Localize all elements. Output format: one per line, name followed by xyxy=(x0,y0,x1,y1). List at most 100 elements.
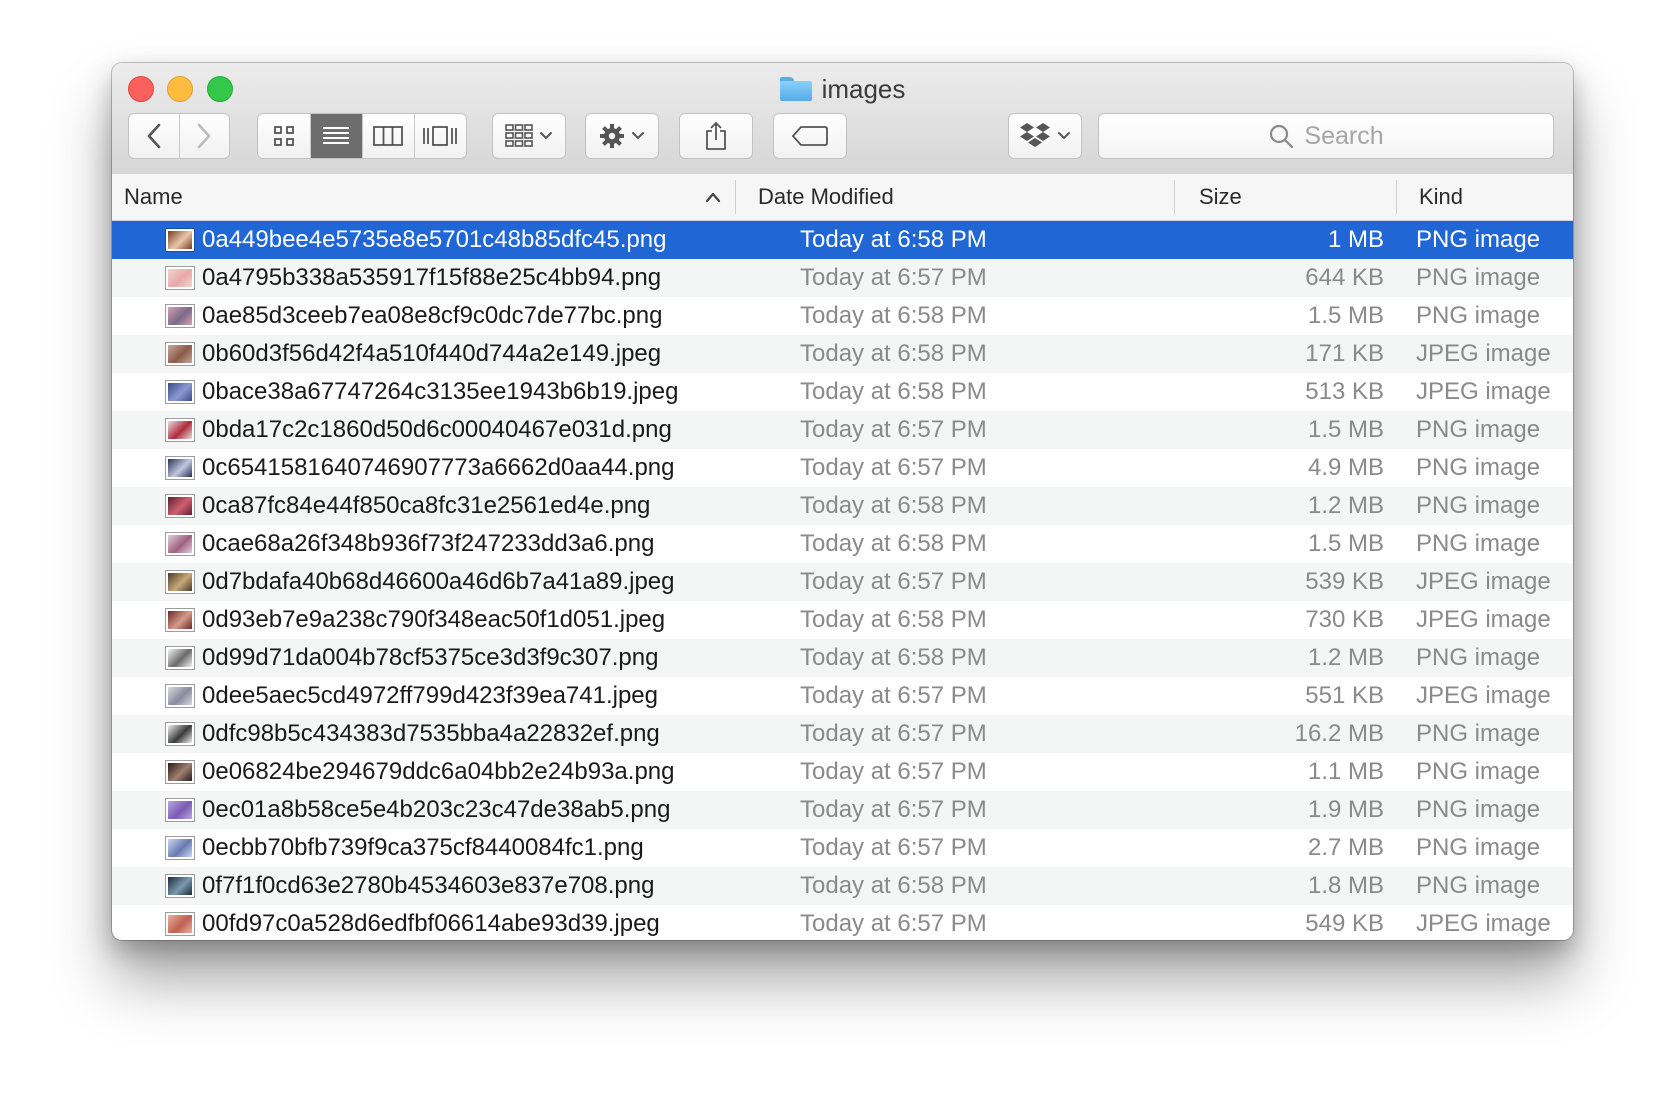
file-date-modified: Today at 6:57 PM xyxy=(800,720,987,747)
file-date-modified: Today at 6:57 PM xyxy=(800,454,987,481)
file-name: 0ca87fc84e44f850ca8fc31e2561ed4e.png xyxy=(202,492,651,519)
file-row[interactable]: 0e06824be294679ddc6a04bb2e24b93a.png Tod… xyxy=(112,753,1573,791)
file-kind: PNG image xyxy=(1416,834,1541,861)
file-size: 513 KB xyxy=(1305,378,1384,405)
column-header-date-label: Date Modified xyxy=(758,184,894,209)
file-name: 0d93eb7e9a238c790f348eac50f1d051.jpeg xyxy=(202,606,666,633)
file-row[interactable]: 0f7f1f0cd63e2780b4534603e837e708.png Tod… xyxy=(112,867,1573,905)
forward-button[interactable] xyxy=(178,114,229,158)
dropbox-button[interactable] xyxy=(1008,113,1082,159)
file-kind: PNG image xyxy=(1416,872,1541,899)
file-name: 0c6541581640746907773a6662d0aa44.png xyxy=(202,454,675,481)
file-name: 0ecbb70bfb739f9ca375cf8440084fc1.png xyxy=(202,834,644,861)
file-name: 0dfc98b5c434383d7535bba4a22832ef.png xyxy=(202,720,660,747)
share-button[interactable] xyxy=(679,113,753,159)
file-row[interactable]: 0bace38a67747264c3135ee1943b6b19.jpeg To… xyxy=(112,373,1573,411)
column-header-bar: Name Date Modified Size Kind xyxy=(112,174,1573,221)
back-button[interactable] xyxy=(129,114,179,158)
file-row[interactable]: 0d7bdafa40b68d46600a46d6b7a41a89.jpeg To… xyxy=(112,563,1573,601)
file-date-modified: Today at 6:58 PM xyxy=(800,644,987,671)
column-view-button[interactable] xyxy=(362,114,414,158)
file-size: 539 KB xyxy=(1305,568,1384,595)
file-name: 0f7f1f0cd63e2780b4534603e837e708.png xyxy=(202,872,655,899)
file-name: 0dee5aec5cd4972ff799d423f39ea741.jpeg xyxy=(202,682,658,709)
image-thumbnail-icon xyxy=(166,685,194,707)
file-row[interactable]: 0ec01a8b58ce5e4b203c23c47de38ab5.png Tod… xyxy=(112,791,1573,829)
file-date-modified: Today at 6:57 PM xyxy=(800,416,987,443)
file-row[interactable]: 0ae85d3ceeb7ea08e8cf9c0dc7de77bc.png Tod… xyxy=(112,297,1573,335)
file-row[interactable]: 0bda17c2c1860d50d6c00040467e031d.png Tod… xyxy=(112,411,1573,449)
file-kind: JPEG image xyxy=(1416,378,1551,405)
file-size: 4.9 MB xyxy=(1307,454,1384,481)
coverflow-view-button[interactable] xyxy=(413,114,467,158)
tags-button[interactable] xyxy=(773,113,847,159)
file-row[interactable]: 0a449bee4e5735e8e5701c48b85dfc45.png Tod… xyxy=(112,221,1573,259)
file-row[interactable]: 0dee5aec5cd4972ff799d423f39ea741.jpeg To… xyxy=(112,677,1573,715)
window-title: images xyxy=(112,71,1573,107)
file-kind: PNG image xyxy=(1416,758,1541,785)
file-name: 00fd97c0a528d6edfbf06614abe93d39.jpeg xyxy=(202,910,660,937)
file-name: 0ec01a8b58ce5e4b203c23c47de38ab5.png xyxy=(202,796,671,823)
column-header-name[interactable]: Name xyxy=(124,174,734,220)
file-row[interactable]: 0dfc98b5c434383d7535bba4a22832ef.png Tod… xyxy=(112,715,1573,753)
image-thumbnail-icon xyxy=(166,837,194,859)
file-date-modified: Today at 6:57 PM xyxy=(800,682,987,709)
file-row[interactable]: 0b60d3f56d42f4a510f440d744a2e149.jpeg To… xyxy=(112,335,1573,373)
folder-icon xyxy=(779,77,812,101)
chevron-down-icon xyxy=(632,132,644,140)
image-thumbnail-icon xyxy=(166,305,194,327)
gear-icon xyxy=(600,124,624,148)
image-thumbnail-icon xyxy=(166,761,194,783)
file-row[interactable]: 0cae68a26f348b936f73f247233dd3a6.png Tod… xyxy=(112,525,1573,563)
column-divider[interactable] xyxy=(735,180,736,214)
image-thumbnail-icon xyxy=(166,875,194,897)
column-header-name-label: Name xyxy=(124,184,183,209)
file-row[interactable]: 0d93eb7e9a238c790f348eac50f1d051.jpeg To… xyxy=(112,601,1573,639)
file-kind: PNG image xyxy=(1416,492,1541,519)
file-size: 1.9 MB xyxy=(1307,796,1384,823)
column-header-kind[interactable]: Kind xyxy=(1419,174,1463,220)
file-size: 171 KB xyxy=(1305,340,1384,367)
action-button[interactable] xyxy=(585,113,659,159)
file-row[interactable]: 0a4795b338a535917f15f88e25c4bb94.png Tod… xyxy=(112,259,1573,297)
file-size: 1.1 MB xyxy=(1307,758,1384,785)
file-kind: JPEG image xyxy=(1416,568,1551,595)
file-kind: PNG image xyxy=(1416,264,1541,291)
file-row[interactable]: 00fd97c0a528d6edfbf06614abe93d39.jpeg To… xyxy=(112,905,1573,940)
finder-window: images Search Name Date Modified Size Ki… xyxy=(112,63,1573,940)
arrange-button[interactable] xyxy=(492,113,566,159)
file-row[interactable]: 0c6541581640746907773a6662d0aa44.png Tod… xyxy=(112,449,1573,487)
file-row[interactable]: 0ca87fc84e44f850ca8fc31e2561ed4e.png Tod… xyxy=(112,487,1573,525)
file-size: 730 KB xyxy=(1305,606,1384,633)
file-size: 1.5 MB xyxy=(1307,530,1384,557)
file-size: 2.7 MB xyxy=(1307,834,1384,861)
column-divider[interactable] xyxy=(1174,180,1175,214)
list-view-button[interactable] xyxy=(309,114,362,158)
image-thumbnail-icon xyxy=(166,571,194,593)
file-date-modified: Today at 6:58 PM xyxy=(800,530,987,557)
column-header-date-modified[interactable]: Date Modified xyxy=(758,174,894,220)
file-name: 0bda17c2c1860d50d6c00040467e031d.png xyxy=(202,416,672,443)
search-icon xyxy=(1270,124,1294,149)
file-name: 0b60d3f56d42f4a510f440d744a2e149.jpeg xyxy=(202,340,662,367)
image-thumbnail-icon xyxy=(166,419,194,441)
file-row[interactable]: 0ecbb70bfb739f9ca375cf8440084fc1.png Tod… xyxy=(112,829,1573,867)
icon-view-button[interactable] xyxy=(258,114,310,158)
file-kind: PNG image xyxy=(1416,796,1541,823)
file-date-modified: Today at 6:58 PM xyxy=(800,378,987,405)
column-divider[interactable] xyxy=(1396,180,1397,214)
image-thumbnail-icon xyxy=(166,229,194,251)
search-field[interactable]: Search xyxy=(1098,113,1554,159)
file-kind: JPEG image xyxy=(1416,340,1551,367)
dropbox-icon xyxy=(1020,123,1050,147)
arrange-icon xyxy=(505,124,533,147)
file-name: 0bace38a67747264c3135ee1943b6b19.jpeg xyxy=(202,378,679,405)
file-date-modified: Today at 6:57 PM xyxy=(800,758,987,785)
image-thumbnail-icon xyxy=(166,609,194,631)
file-date-modified: Today at 6:58 PM xyxy=(800,606,987,633)
column-header-size[interactable]: Size xyxy=(1199,174,1242,220)
file-kind: PNG image xyxy=(1416,226,1541,253)
file-row[interactable]: 0d99d71da004b78cf5375ce3d3f9c307.png Tod… xyxy=(112,639,1573,677)
chevron-left-icon xyxy=(147,123,161,149)
file-date-modified: Today at 6:57 PM xyxy=(800,568,987,595)
